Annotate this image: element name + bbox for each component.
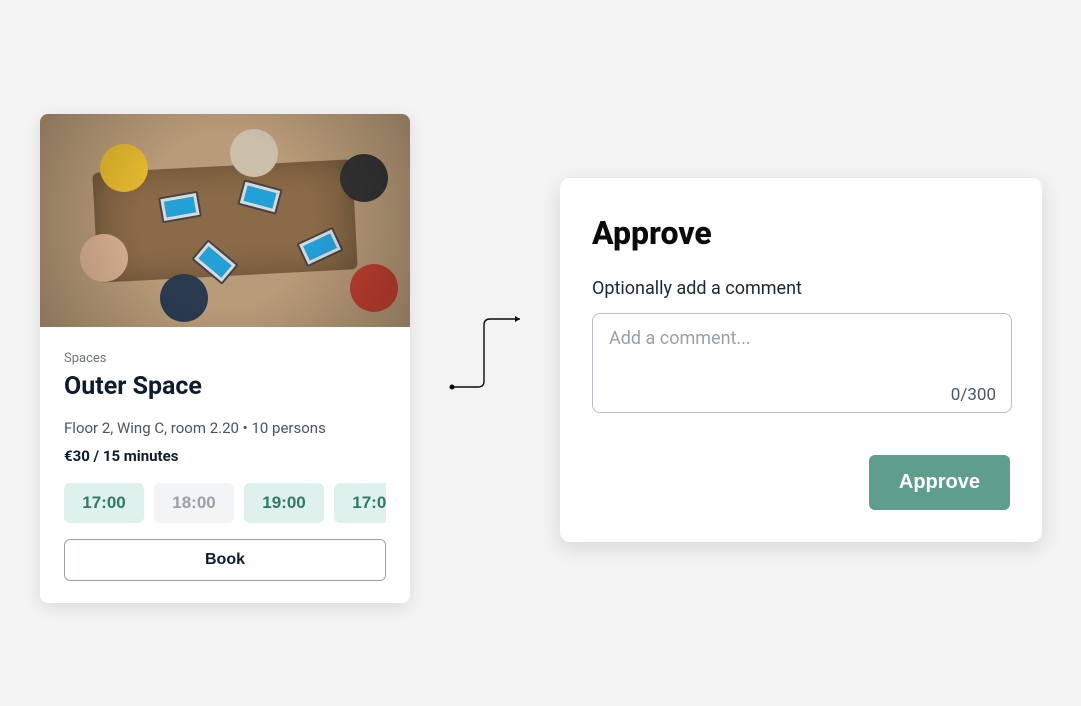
space-price: €30 / 15 minutes: [64, 447, 386, 465]
time-slot-1800-unavailable: 18:00: [154, 483, 234, 523]
time-slot-row: 17:0018:0019:0017:00: [64, 483, 386, 523]
time-slot-1900[interactable]: 19:00: [244, 483, 324, 523]
comment-input[interactable]: [592, 313, 1012, 413]
approve-title: Approve: [592, 214, 1010, 252]
time-slot-1700[interactable]: 17:00: [334, 483, 386, 523]
space-photo: [40, 114, 410, 327]
approve-modal: Approve Optionally add a comment 0/300 A…: [560, 178, 1042, 542]
space-title: Outer Space: [64, 372, 386, 401]
booking-card: Spaces Outer Space Floor 2, Wing C, room…: [40, 114, 410, 603]
space-category: Spaces: [64, 351, 386, 366]
space-meta: Floor 2, Wing C, room 2.20 • 10 persons: [64, 419, 386, 437]
time-slot-1700[interactable]: 17:00: [64, 483, 144, 523]
connector-line: [448, 313, 526, 391]
book-button[interactable]: Book: [64, 539, 386, 581]
approve-subtitle: Optionally add a comment: [592, 278, 1010, 299]
approve-button[interactable]: Approve: [869, 455, 1010, 510]
